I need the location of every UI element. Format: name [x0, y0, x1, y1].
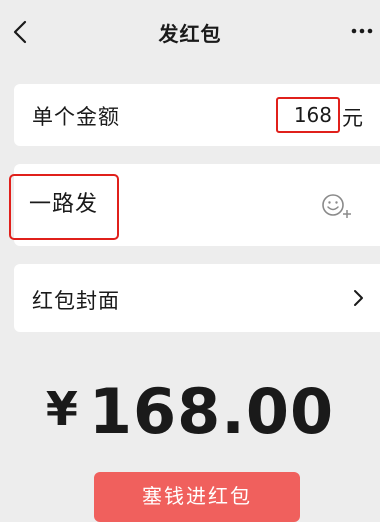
cover-row[interactable]: 红包封面 [14, 264, 380, 332]
cover-label: 红包封面 [32, 289, 120, 313]
nav-bar: 发红包 [0, 0, 380, 64]
amount-row: 单个金额 168 元 [14, 84, 380, 146]
amount-label: 单个金额 [32, 105, 120, 129]
total-amount: ¥168.00 [0, 375, 380, 448]
page-title: 发红包 [158, 22, 222, 46]
amount-input[interactable]: 168 [276, 97, 340, 133]
amount-unit: 元 [342, 106, 363, 130]
greeting-row: 一路发 [9, 164, 380, 246]
greeting-input[interactable]: 一路发 [9, 174, 119, 240]
more-dots-icon[interactable] [348, 24, 376, 38]
total-value: 168.00 [88, 375, 335, 448]
submit-button[interactable]: 塞钱进红包 [94, 472, 300, 522]
emoji-add-icon[interactable] [320, 192, 352, 220]
currency-symbol: ¥ [45, 382, 79, 436]
chevron-right-icon [354, 290, 363, 306]
